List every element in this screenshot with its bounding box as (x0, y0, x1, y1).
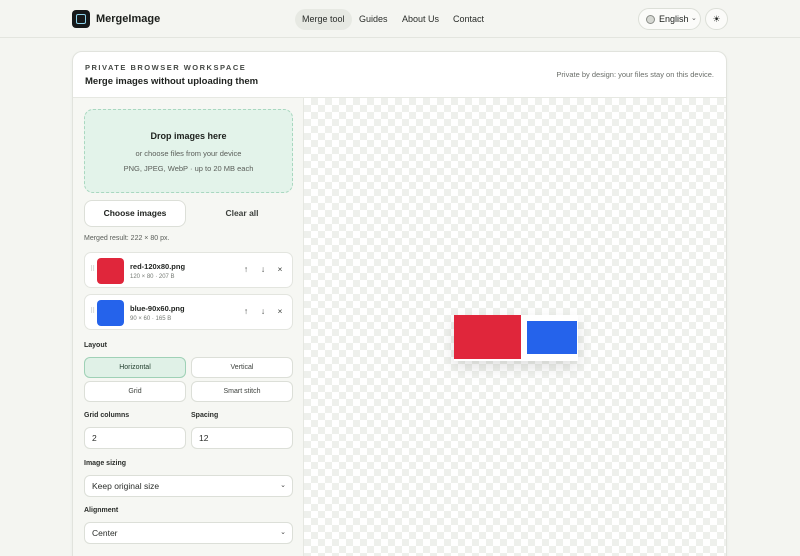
file-meta: 120 × 80 · 207 B (130, 274, 175, 280)
layout-option[interactable]: Smart stitch (191, 381, 293, 402)
move-up-icon[interactable]: ↑ (240, 306, 252, 316)
brand-name[interactable]: MergeImage (96, 13, 160, 25)
merged-result-text: Merged result: 222 × 80 px. (84, 235, 170, 242)
alignment-value: Center (92, 528, 118, 538)
spacing-input[interactable]: 12 (191, 427, 293, 449)
drag-handle-icon[interactable]: ⠿ (90, 265, 95, 273)
drop-zone-subtitle: or choose files from your device (135, 149, 242, 158)
workspace-card: PRIVATE BROWSER WORKSPACE Merge images w… (72, 51, 727, 556)
nav-contact[interactable]: Contact (446, 9, 491, 30)
file-thumbnail (97, 300, 124, 326)
file-item[interactable]: ⠿ blue-90x60.png 90 × 60 · 165 B ↑ ↓ × (84, 294, 293, 330)
alignment-select[interactable]: Center ⌄ (84, 522, 293, 544)
drop-zone[interactable]: Drop images here or choose files from yo… (84, 109, 293, 193)
chevron-down-icon: ⌄ (280, 529, 286, 536)
layout-option[interactable]: Vertical (191, 357, 293, 378)
drop-zone-types: PNG, JPEG, WebP · up to 20 MB each (123, 164, 254, 173)
workspace-eyebrow: PRIVATE BROWSER WORKSPACE (85, 63, 247, 72)
move-down-icon[interactable]: ↓ (257, 264, 269, 274)
image-sizing-label: Image sizing (84, 460, 127, 467)
language-selector[interactable]: English ⌄ (638, 8, 701, 30)
theme-toggle-button[interactable]: ☀ (705, 8, 728, 30)
language-label: English (659, 14, 689, 24)
clear-all-button[interactable]: Clear all (197, 200, 287, 227)
file-name: red-120x80.png (130, 262, 186, 271)
file-thumbnail (97, 258, 124, 284)
file-name: blue-90x60.png (130, 304, 185, 313)
spacing-label: Spacing (191, 412, 219, 419)
chevron-down-icon: ⌄ (691, 15, 697, 22)
top-navigation: MergeImage Merge tool Guides About Us Co… (0, 0, 800, 38)
file-item[interactable]: ⠿ red-120x80.png 120 × 80 · 207 B ↑ ↓ × (84, 252, 293, 288)
workspace-headline: Merge images without uploading them (85, 76, 259, 87)
remove-icon[interactable]: × (274, 306, 286, 316)
alignment-label: Alignment (84, 507, 119, 514)
move-down-icon[interactable]: ↓ (257, 306, 269, 316)
nav-guides[interactable]: Guides (352, 9, 395, 30)
choose-images-button[interactable]: Choose images (84, 200, 186, 227)
globe-icon (646, 15, 655, 24)
image-sizing-value: Keep original size (92, 481, 160, 491)
merged-image-preview (454, 315, 578, 361)
move-up-icon[interactable]: ↑ (240, 264, 252, 274)
logo-icon[interactable] (72, 10, 90, 28)
blue-image-block (527, 321, 577, 354)
layout-option[interactable]: Grid (84, 381, 186, 402)
settings-sidebar: Drop images here or choose files from yo… (73, 98, 304, 556)
red-image-block (454, 315, 521, 359)
grid-columns-input[interactable]: 2 (84, 427, 186, 449)
remove-icon[interactable]: × (274, 264, 286, 274)
nav-about-us[interactable]: About Us (395, 9, 446, 30)
drag-handle-icon[interactable]: ⠿ (90, 307, 95, 315)
image-sizing-select[interactable]: Keep original size ⌄ (84, 475, 293, 497)
layout-label: Layout (84, 342, 107, 349)
workspace-header: PRIVATE BROWSER WORKSPACE Merge images w… (73, 52, 726, 98)
chevron-down-icon: ⌄ (280, 482, 286, 489)
privacy-note: Private by design: your files stay on th… (556, 70, 714, 79)
nav-merge-tool[interactable]: Merge tool (295, 9, 352, 30)
preview-canvas (304, 98, 726, 556)
grid-columns-label: Grid columns (84, 412, 130, 419)
sun-icon: ☀ (712, 14, 721, 24)
file-meta: 90 × 60 · 165 B (130, 316, 172, 322)
drop-zone-title: Drop images here (150, 131, 227, 141)
layout-option[interactable]: Horizontal (84, 357, 186, 378)
